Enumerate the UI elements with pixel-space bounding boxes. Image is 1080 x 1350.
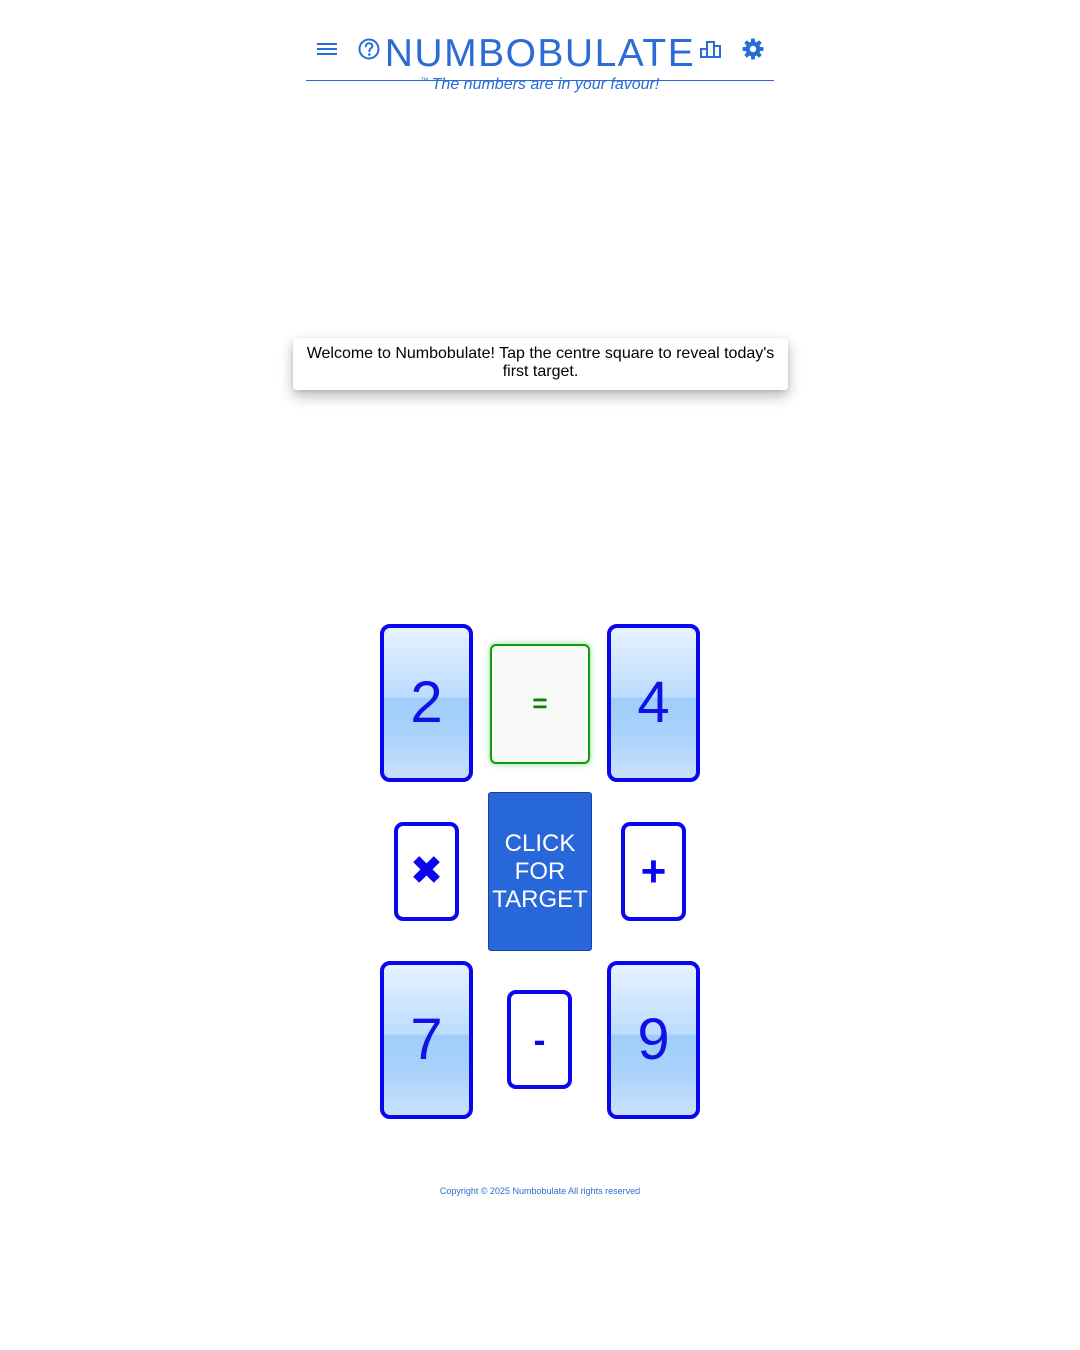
subtract-operator-button[interactable]: - — [507, 990, 572, 1089]
gear-icon[interactable] — [740, 36, 766, 62]
number-card-top-right[interactable]: 4 — [607, 624, 700, 782]
target-label-line2: FOR — [514, 858, 566, 885]
equals-button[interactable]: = — [490, 644, 590, 764]
number-card-bottom-left[interactable]: 7 — [380, 961, 473, 1119]
app-title: NUMBOBULATE — [384, 32, 696, 75]
add-operator-button[interactable]: + — [621, 822, 686, 921]
leaderboard-icon[interactable] — [698, 36, 724, 62]
tagline-text: The numbers are in your favour! — [431, 76, 660, 93]
copyright-footer: Copyright © 2025 Numbobulate All rights … — [439, 1186, 641, 1196]
app-header: NUMBOBULATE — [306, 28, 774, 81]
target-label-line1: CLICK — [504, 830, 576, 857]
tagline: ™ The numbers are in your favour! — [306, 76, 774, 94]
trademark-mark: ™ — [420, 76, 429, 85]
target-label-line3: TARGET — [492, 886, 588, 913]
number-card-bottom-right[interactable]: 9 — [607, 961, 700, 1119]
game-page: NUMBOBULATE ™ The numbers are in your fav… — [0, 0, 1080, 1350]
multiply-operator-button[interactable]: ✖ — [394, 822, 459, 921]
number-card-top-left[interactable]: 2 — [380, 624, 473, 782]
hamburger-menu-icon[interactable] — [314, 36, 340, 62]
welcome-toast: Welcome to Numbobulate! Tap the centre s… — [293, 338, 788, 390]
click-for-target-button[interactable]: CLICK FOR TARGET — [488, 792, 592, 951]
help-circle-icon[interactable] — [356, 36, 382, 62]
